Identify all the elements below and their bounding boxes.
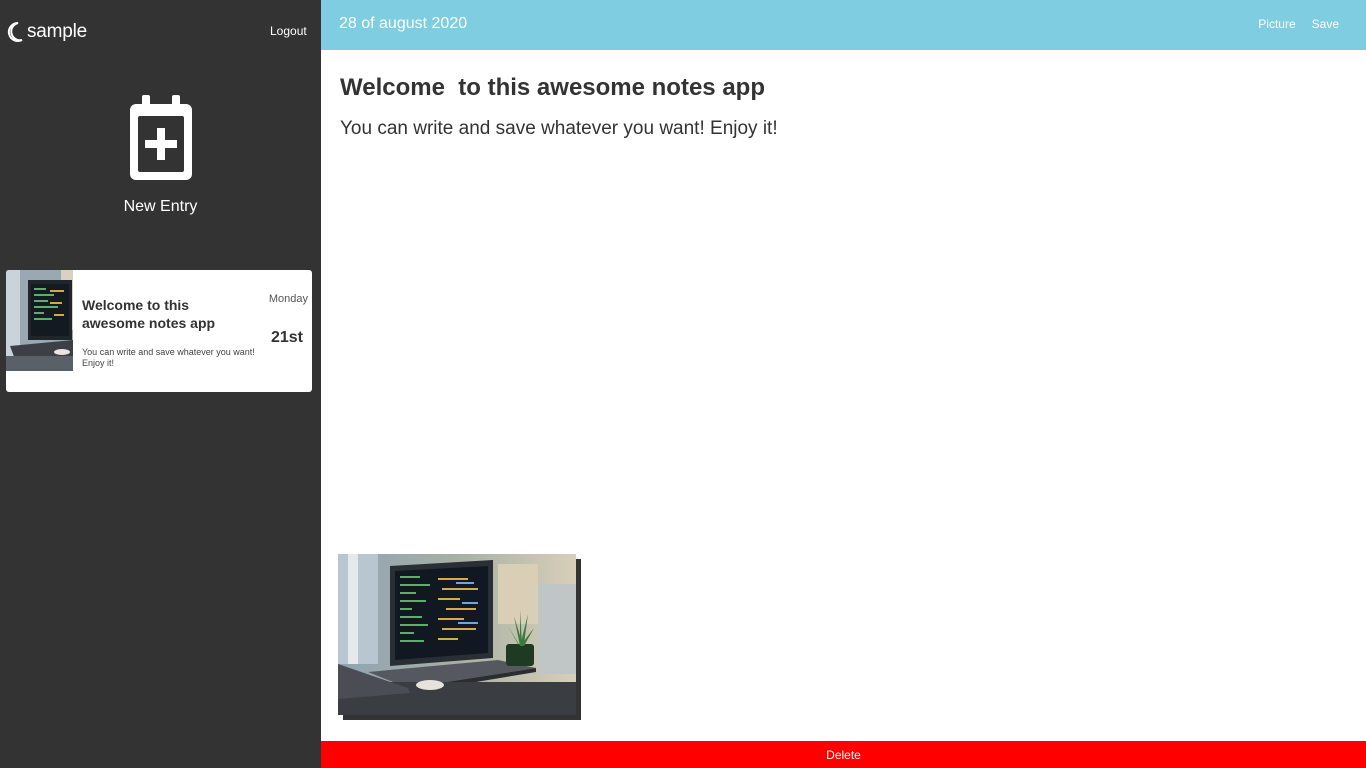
note-snippet: You can write and save whatever you want… xyxy=(82,347,255,368)
note-title: Welcome to this awesome notes app xyxy=(82,297,216,331)
top-bar: 28 of august 2020 Picture Save xyxy=(321,0,1366,50)
picture-button[interactable]: Picture xyxy=(1258,17,1295,31)
new-entry-label: New Entry xyxy=(123,198,198,215)
note-thumbnail xyxy=(6,270,73,371)
laptop-photo xyxy=(338,554,576,715)
top-bar-actions: Picture Save xyxy=(1258,17,1339,31)
entry-title[interactable]: Welcome to this awesome notes app xyxy=(340,74,765,102)
brand[interactable]: sample xyxy=(6,19,87,45)
note-card[interactable]: Welcome to this awesome notes app You ca… xyxy=(6,270,312,392)
sidebar: sample Logout New Entry Welcome to this … xyxy=(0,0,321,768)
entry-body[interactable]: You can write and save whatever you want… xyxy=(340,118,778,140)
calendar-plus-icon xyxy=(129,95,192,180)
app: sample Logout New Entry Welcome to this … xyxy=(0,0,1366,768)
entry-image xyxy=(338,554,581,720)
logout-link[interactable]: Logout xyxy=(270,24,307,38)
new-entry-button[interactable]: New Entry xyxy=(0,92,321,227)
brand-name: sample xyxy=(27,21,88,42)
save-button[interactable]: Save xyxy=(1312,17,1339,31)
delete-button[interactable]: Delete xyxy=(321,741,1366,768)
note-day: Monday xyxy=(268,293,308,305)
moon-icon xyxy=(7,21,23,42)
main-content: 28 of august 2020 Picture Save Welcome t… xyxy=(321,0,1366,768)
note-date: 21st xyxy=(270,329,303,346)
entry-date: 28 of august 2020 xyxy=(339,15,468,32)
